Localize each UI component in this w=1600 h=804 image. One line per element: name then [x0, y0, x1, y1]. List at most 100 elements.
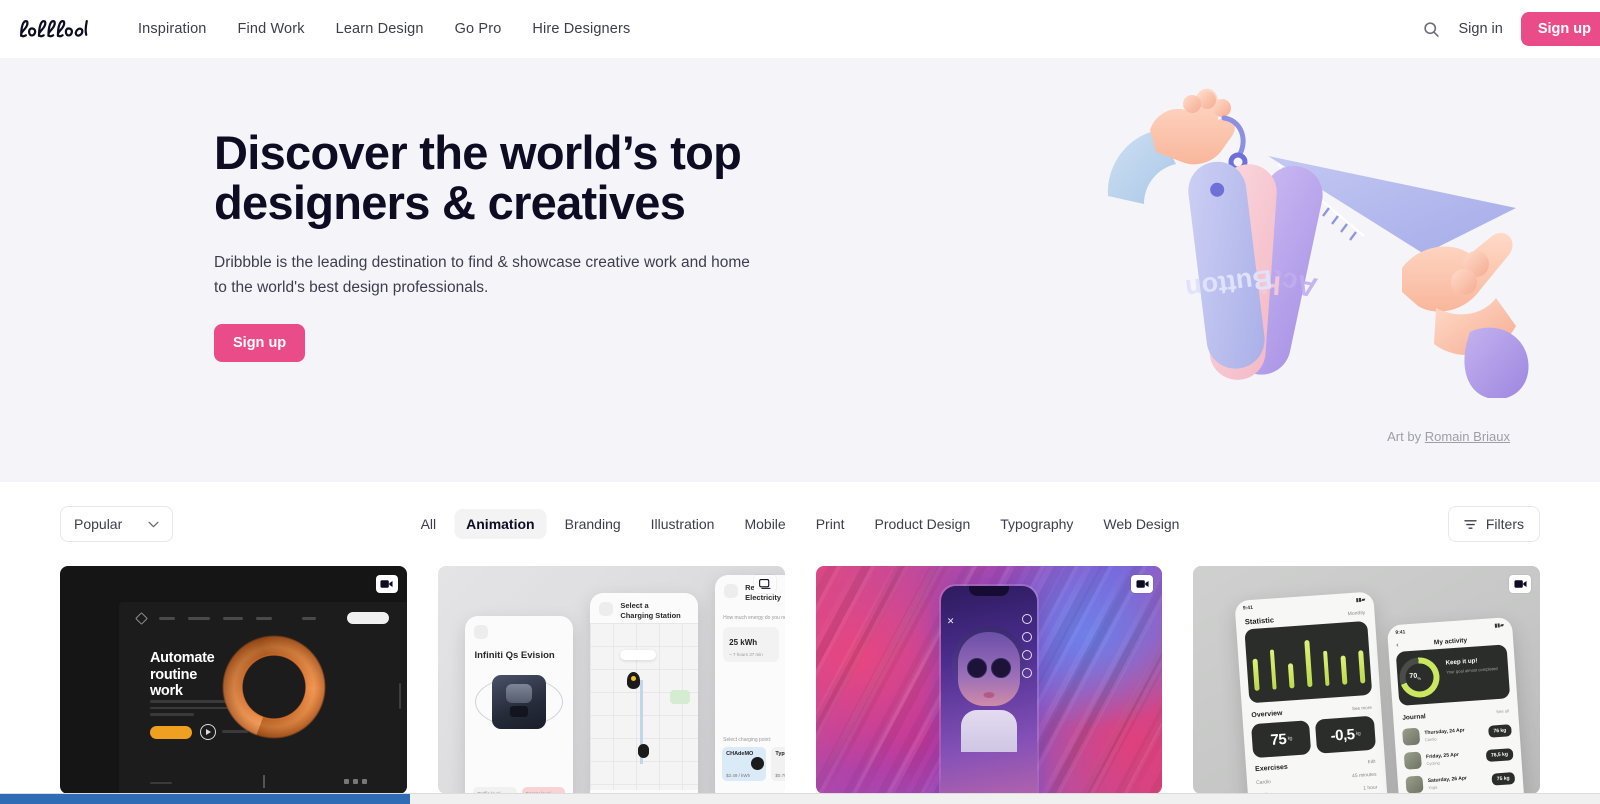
- shot4-journal-text: Thursday, 24 Apr Cardio: [1425, 727, 1466, 742]
- shot2-phone-energy-picker: Repairs Electricity How much energy do y…: [715, 575, 785, 794]
- shot2-charging-point-label: Select charging point:: [723, 737, 772, 744]
- category-tab-mobile[interactable]: Mobile: [732, 509, 797, 539]
- search-icon[interactable]: [1414, 12, 1448, 46]
- hero-section: Discover the world’s top designers & cre…: [0, 58, 1600, 482]
- horizontal-scrollbar[interactable]: [0, 793, 1600, 804]
- category-tab-product-design[interactable]: Product Design: [863, 509, 983, 539]
- shot3-phone-notch: [968, 586, 1009, 596]
- dribbble-logo[interactable]: [18, 16, 102, 42]
- shot4-stat-delta: -0,5 kg: [1314, 715, 1376, 754]
- shot2-phone-car-detail: Infiniti Qs Evision Traffic level 5 of 1…: [465, 616, 573, 794]
- shot1-headline-l3: work: [149, 682, 183, 699]
- video-badge-icon: [1509, 575, 1531, 593]
- nav-item-go-pro[interactable]: Go Pro: [455, 21, 502, 37]
- sign-in-link[interactable]: Sign in: [1458, 21, 1502, 37]
- shot1-primary-button: [149, 726, 192, 740]
- shot1-nav-item: [158, 616, 175, 620]
- primary-nav: Inspiration Find Work Learn Design Go Pr…: [138, 21, 630, 37]
- hero-sign-up-button[interactable]: Sign up: [214, 323, 306, 362]
- shot3-phone-mockup: ✕: [940, 586, 1037, 794]
- header-actions: Sign in Sign up: [1414, 12, 1600, 46]
- shot-card-camera-gradient-portrait[interactable]: ✕: [815, 566, 1163, 794]
- hero-3d-hands-tags-art: Active Hover Button: [1107, 88, 1529, 400]
- hero-subtitle: Dribbble is the leading destination to f…: [214, 253, 750, 296]
- multi-shot-badge-icon: [753, 575, 776, 593]
- shot4-stat-delta-unit: kg: [1355, 730, 1361, 737]
- sign-up-button[interactable]: Sign up: [1520, 12, 1600, 46]
- shot4-goal-progress-value: 70%: [1410, 672, 1422, 681]
- filter-bar: Popular All Animation Branding Illustrat…: [0, 482, 1600, 566]
- category-tab-all[interactable]: All: [409, 509, 449, 539]
- shot4-stat-weight: 75 kg: [1250, 719, 1312, 758]
- category-tab-illustration[interactable]: Illustration: [639, 509, 727, 539]
- shot4-journal-thumb: [1402, 727, 1421, 746]
- shot2-map-pin-primary: [626, 671, 640, 689]
- shot2-map-park: [669, 690, 690, 705]
- shot4-exercises-link: Edit: [1367, 758, 1376, 764]
- shot4-exercise-label: Cardio: [1255, 778, 1271, 786]
- nav-item-inspiration[interactable]: Inspiration: [138, 21, 207, 37]
- category-tab-typography[interactable]: Typography: [988, 509, 1085, 539]
- shot1-browser-frame: Automate routine work: [118, 602, 407, 794]
- shot-card-fitness-statistics-app[interactable]: 9:41 ▮▮▰ Statistic Monthly Overview See m…: [1193, 566, 1540, 794]
- shot2-map-title-l1: Select a: [620, 601, 649, 611]
- shot2-phone-charging-map: Select a Charging Station 6300 Highway 9…: [590, 593, 698, 794]
- shot4-journal-thumb: [1404, 751, 1423, 770]
- chevron-down-icon: [148, 521, 159, 527]
- art-credit-prefix: Art by: [1387, 429, 1422, 444]
- shot4-exercise-value: 45 minutes: [1351, 771, 1377, 779]
- shot2-energy-question: How much energy do you need?: [723, 615, 785, 622]
- shot2-energy-back-button: [724, 584, 739, 599]
- shot1-topnav: [135, 612, 389, 625]
- shot2-chip1-price: $2.49 / kWh: [726, 773, 751, 779]
- shot1-orange-torus: [222, 634, 327, 739]
- music-icon: [1021, 668, 1032, 678]
- dribbble-wordmark-icon: [20, 20, 88, 38]
- shot2-charging-option-type25: Type 2.5 $0.79 / kWh: [771, 747, 785, 782]
- shot4-stat-weight-value: 75: [1269, 729, 1287, 749]
- filter-icon: [1464, 519, 1477, 529]
- shot1-scroll-arrow: [262, 775, 265, 788]
- nav-item-find-work[interactable]: Find Work: [238, 21, 305, 37]
- shot4-exercises-title: Exercises: [1254, 763, 1288, 773]
- close-icon: ✕: [946, 616, 955, 626]
- category-tab-animation[interactable]: Animation: [454, 509, 547, 539]
- shot4-journal-link: See all: [1496, 708, 1510, 714]
- shot-card-automate-routine-work[interactable]: Automate routine work: [60, 566, 407, 794]
- video-camera-icon: [1136, 580, 1149, 588]
- category-tab-branding[interactable]: Branding: [553, 509, 633, 539]
- shot3-portrait-sunglasses: [966, 658, 1011, 678]
- shot1-headline-l2: routine: [149, 666, 197, 683]
- shot4-overview-link: See more: [1351, 704, 1372, 711]
- hero-title-line-2: designers & creatives: [214, 175, 686, 229]
- nav-item-hire-designers[interactable]: Hire Designers: [532, 21, 630, 37]
- filters-button[interactable]: Filters: [1447, 506, 1540, 542]
- video-camera-icon: [380, 580, 393, 588]
- shot4-weekly-bar-chart: [1244, 620, 1372, 703]
- sort-dropdown[interactable]: Popular: [60, 506, 174, 542]
- nav-item-learn-design[interactable]: Learn Design: [336, 21, 424, 37]
- category-tab-print[interactable]: Print: [804, 509, 857, 539]
- shot4-statistic-filter: Monthly: [1347, 609, 1366, 617]
- shot1-nav-item: [222, 616, 243, 620]
- shot2-energy-kwh-sub: ~ 7 hours 37 min: [729, 652, 763, 658]
- horizontal-scrollbar-thumb[interactable]: [0, 794, 410, 804]
- shot4-stat-delta-value: -0,5: [1329, 725, 1355, 744]
- art-credit-artist-link[interactable]: Romain Briaux: [1425, 429, 1510, 444]
- shot1-logo-mark: [135, 612, 148, 625]
- shot4-exercise-value: 1 hour: [1362, 784, 1378, 792]
- play-icon: [199, 724, 216, 741]
- shot4-journal-weight: 76 kg: [1488, 723, 1513, 737]
- shot4-overview-stats: 75 kg -0,5 kg: [1250, 715, 1376, 758]
- shot2-charging-option-chademo: CHAdeMO $2.49 / kWh: [722, 747, 767, 782]
- shot2-map-search-pill: [620, 650, 657, 661]
- category-tab-web-design[interactable]: Web Design: [1091, 509, 1191, 539]
- shot1-nav-item: [187, 616, 210, 620]
- video-badge-icon: [1131, 575, 1154, 593]
- shot-card-infiniti-ev-charging[interactable]: Infiniti Qs Evision Traffic level 5 of 1…: [437, 566, 785, 794]
- shot4-journal-weight: 76,5 kg: [1485, 747, 1514, 762]
- shot3-portrait-mouth: [983, 692, 995, 698]
- shot2-car-render: [492, 675, 547, 730]
- shot4-phone-statistics: 9:41 ▮▮▰ Statistic Monthly Overview See m…: [1234, 591, 1389, 794]
- shot2-map-title: Select a Charging Station: [620, 601, 680, 621]
